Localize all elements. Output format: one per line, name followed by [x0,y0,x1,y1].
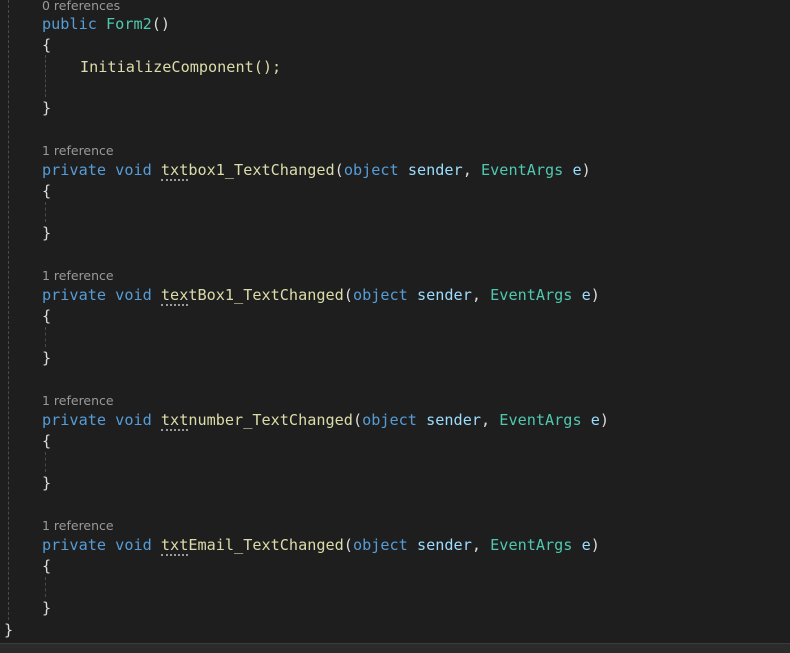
code-line-signature[interactable]: private void txtbox1_TextChanged(object … [42,160,591,181]
code-line-open-brace[interactable]: { [42,431,51,451]
param-name: sender [407,161,463,179]
param-name: sender [426,411,481,429]
keyword: void [115,161,152,179]
param-type: EventArgs [490,536,573,554]
code-line-signature[interactable]: private void txtEmail_TextChanged(object… [42,535,600,556]
class-closing-brace[interactable]: } [4,620,13,640]
param-type: object [352,286,408,304]
method-name-lead: tex [160,286,189,306]
param-type: EventArgs [490,286,573,304]
param-type: EventArgs [499,411,582,429]
code-line-close-brace[interactable]: } [42,98,51,118]
code-line-body[interactable]: InitializeComponent(); [80,57,281,77]
indent-guide [45,55,46,97]
code-line-signature[interactable]: private void txtnumber_TextChanged(objec… [42,410,609,431]
indent-guide [45,202,46,222]
indent-guide [45,327,46,347]
codelens-references[interactable]: 1 reference [42,393,114,409]
code-line-open-brace[interactable]: { [42,556,51,576]
param-name: e [572,161,582,179]
param-name: sender [416,536,472,554]
param-name: e [581,286,591,304]
constructor-name: Form2 [106,15,152,33]
keyword: void [115,536,152,554]
code-line-close-brace[interactable]: } [42,473,51,493]
codelens-references[interactable]: 1 reference [42,518,114,534]
code-line-open-brace[interactable]: { [42,35,51,55]
keyword: private [42,161,107,179]
keyword: void [115,286,152,304]
param-name: e [590,411,600,429]
indent-guide [45,577,46,597]
param-name: e [581,536,591,554]
param-type: object [362,411,417,429]
code-line-signature[interactable]: private void textBox1_TextChanged(object… [42,285,600,306]
codelens-references[interactable]: 0 references [42,0,120,14]
method-name-lead: txt [160,536,189,556]
method-name-lead: txt [160,161,189,181]
method-name: number_TextChanged [188,411,353,429]
indent-guide [45,452,46,472]
code-line-close-brace[interactable]: } [42,223,51,243]
code-line-open-brace[interactable]: { [42,181,51,201]
code-line-close-brace[interactable]: } [42,348,51,368]
method-name: Email_TextChanged [188,536,344,554]
keyword: private [42,411,107,429]
param-type: object [352,536,408,554]
method-call: InitializeComponent(); [80,58,282,76]
keyword: public [42,15,97,33]
codelens-references[interactable]: 1 reference [42,268,114,284]
code-line-signature[interactable]: public Form2() [42,14,170,34]
code-line-open-brace[interactable]: { [42,306,51,326]
method-name-lead: txt [160,411,189,431]
keyword: private [42,536,107,554]
code-line-close-brace[interactable]: } [42,598,51,618]
param-type: EventArgs [481,161,564,179]
param-type: object [343,161,399,179]
code-editor[interactable]: 0 references public Form2() { Initialize… [0,0,790,644]
keyword: void [115,411,152,429]
codelens-references[interactable]: 1 reference [42,143,114,159]
keyword: private [42,286,107,304]
method-name: box1_TextChanged [188,161,335,179]
method-name: tBox1_TextChanged [188,286,344,304]
param-name: sender [416,286,472,304]
indent-guide-outer [8,0,9,620]
